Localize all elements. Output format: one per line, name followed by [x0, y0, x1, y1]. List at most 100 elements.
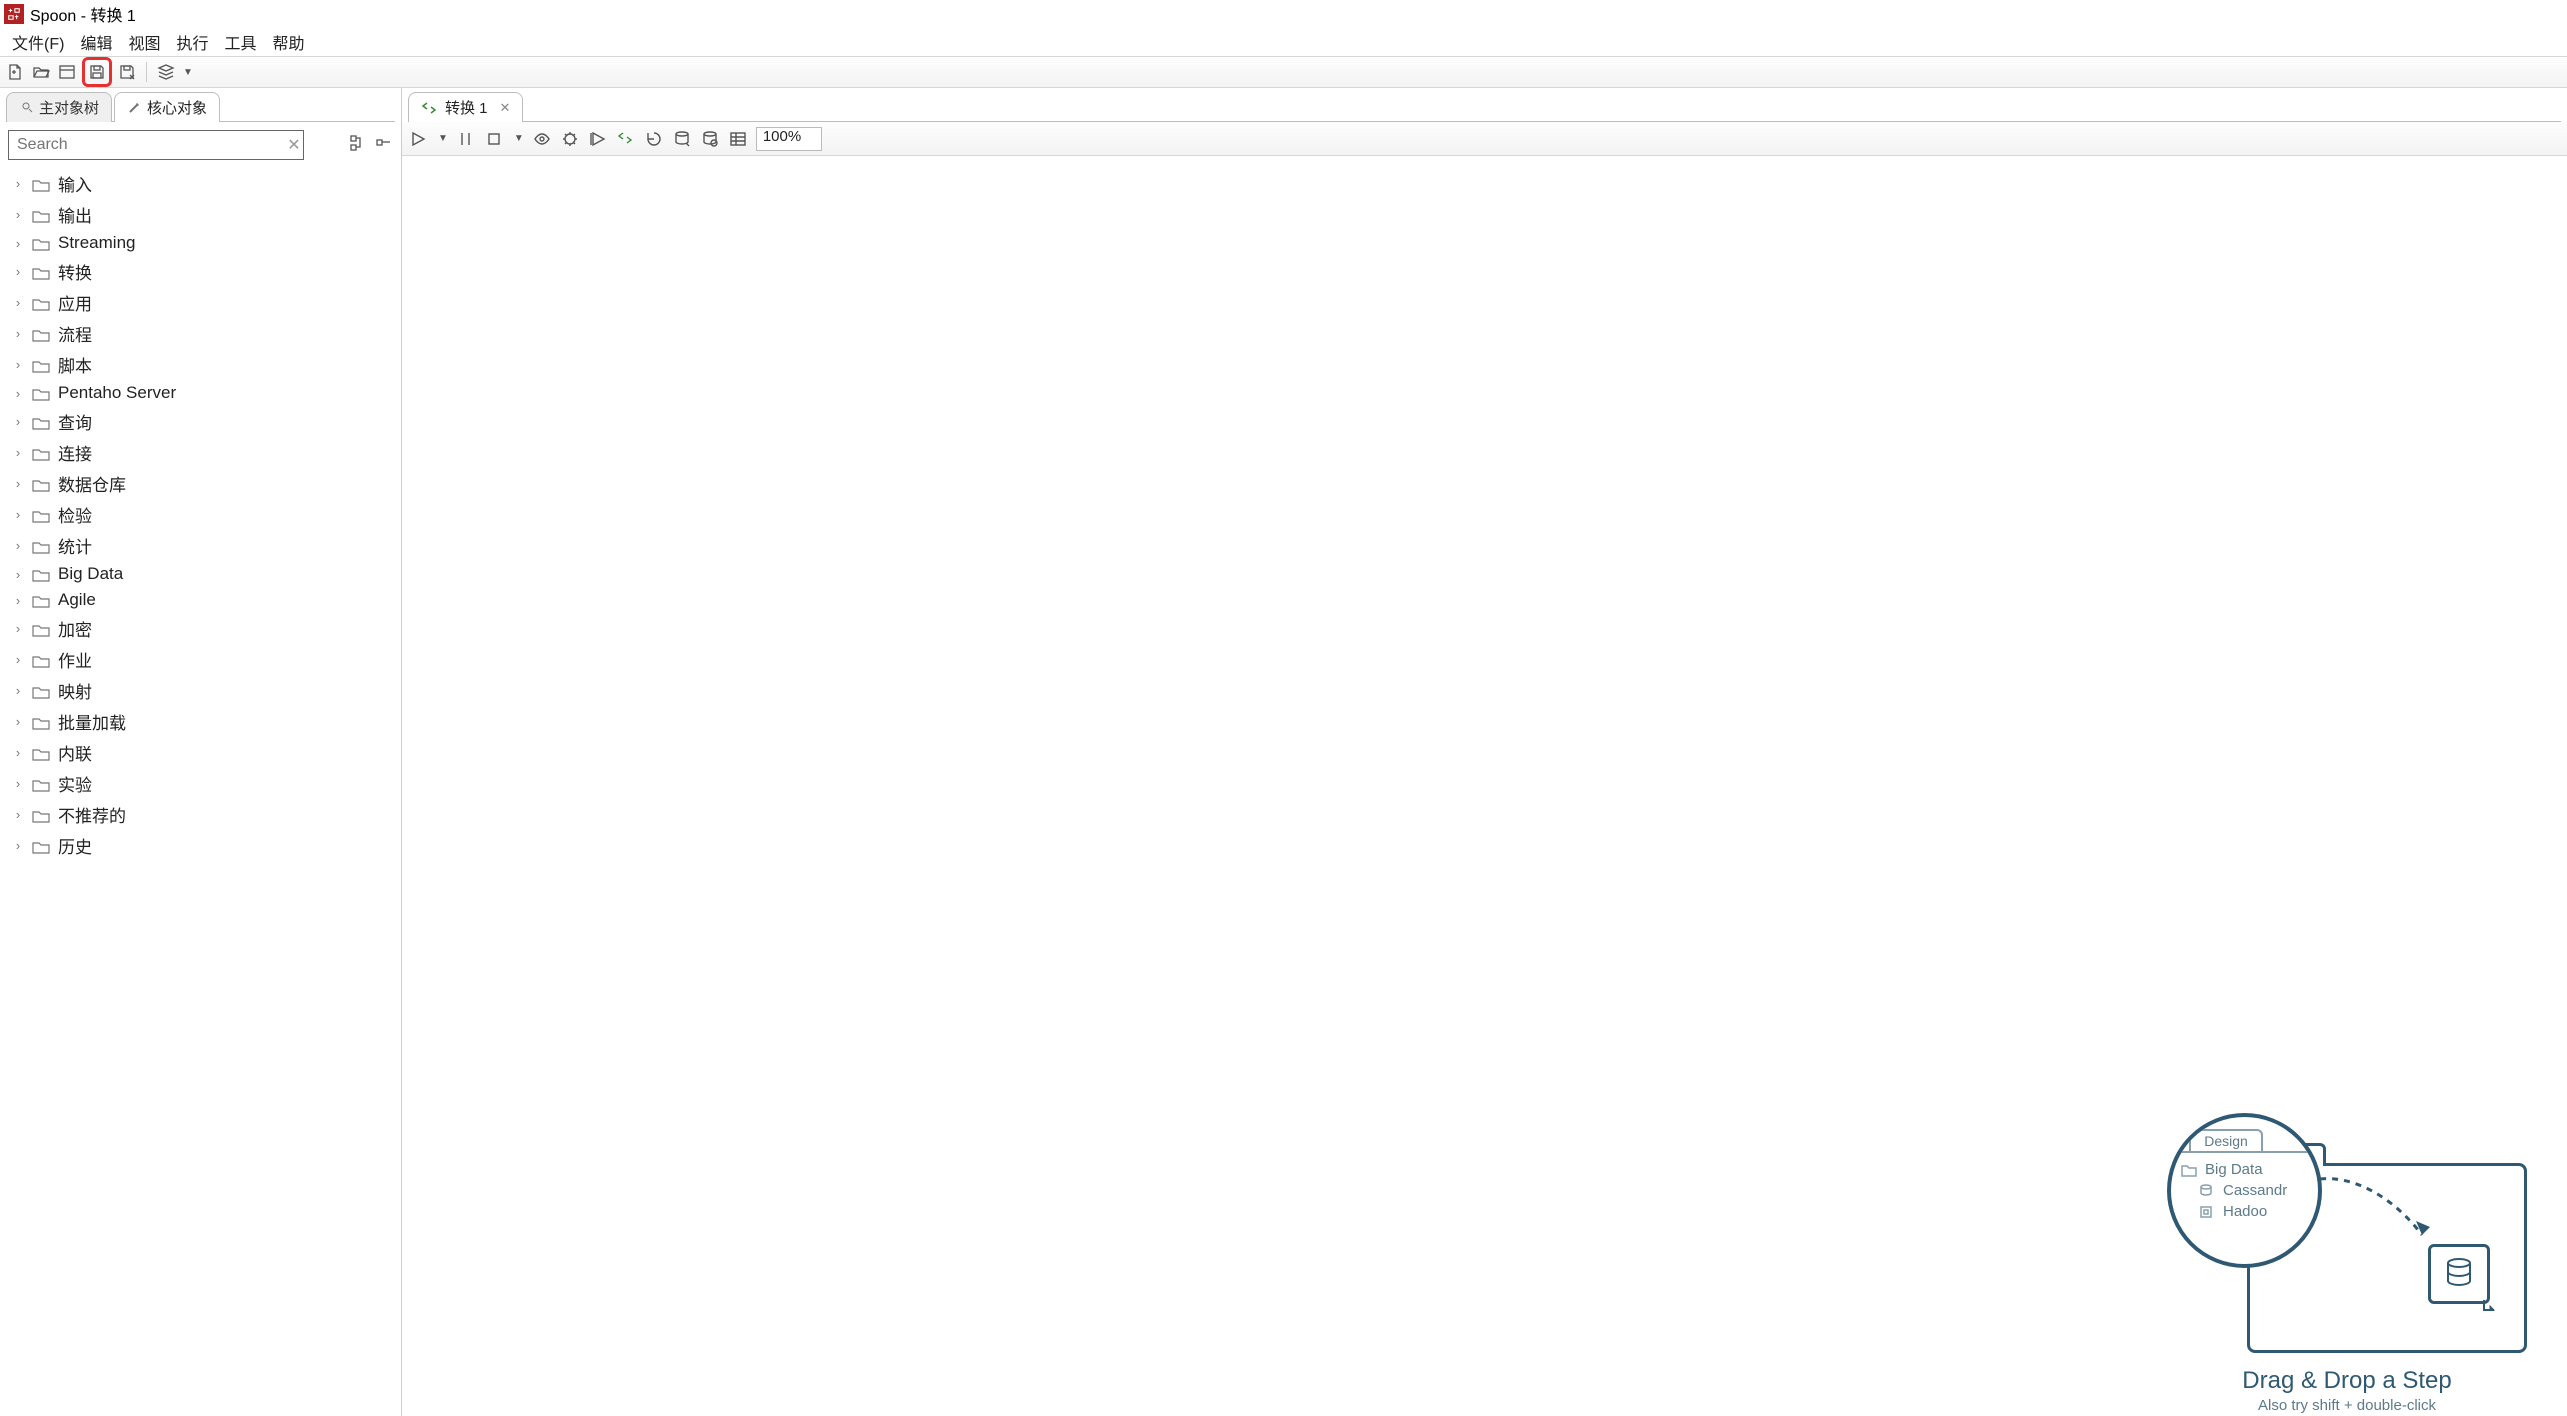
- tree-item[interactable]: ›应用: [10, 287, 395, 318]
- expand-icon[interactable]: ›: [12, 838, 24, 853]
- run-icon[interactable]: [408, 129, 428, 149]
- menu-help[interactable]: 帮助: [265, 28, 313, 56]
- expand-icon[interactable]: ›: [12, 567, 24, 582]
- tree-item[interactable]: ›转换: [10, 256, 395, 287]
- expand-icon[interactable]: ›: [12, 652, 24, 667]
- app-icon: [4, 4, 24, 24]
- expand-icon[interactable]: ›: [12, 326, 24, 341]
- menu-edit[interactable]: 编辑: [72, 28, 120, 56]
- open-file-icon[interactable]: [30, 61, 52, 83]
- explore-db-icon[interactable]: [700, 129, 720, 149]
- expand-icon[interactable]: ›: [12, 176, 24, 191]
- expand-icon[interactable]: ›: [12, 807, 24, 822]
- expand-icon[interactable]: ›: [12, 207, 24, 222]
- expand-icon[interactable]: ›: [12, 714, 24, 729]
- toolbar-divider: [146, 62, 147, 82]
- expand-tree-icon[interactable]: [349, 134, 367, 156]
- expand-icon[interactable]: ›: [12, 445, 24, 460]
- menu-tools[interactable]: 工具: [216, 28, 264, 56]
- tree-item[interactable]: ›不推荐的: [10, 799, 395, 830]
- folder-icon: [32, 746, 50, 760]
- folder-icon: [32, 539, 50, 553]
- hint-title: Drag & Drop a Step: [2167, 1367, 2527, 1395]
- expand-icon[interactable]: ›: [12, 538, 24, 553]
- folder-icon: [32, 208, 50, 222]
- tree-item[interactable]: ›作业: [10, 644, 395, 675]
- expand-icon[interactable]: ›: [12, 386, 24, 401]
- pause-icon[interactable]: [456, 129, 476, 149]
- show-results-icon[interactable]: [728, 129, 748, 149]
- editor-toolbar: ▼ ▼ 100% ⌄: [402, 122, 2567, 156]
- verify-icon[interactable]: [616, 129, 636, 149]
- search-input[interactable]: [8, 130, 304, 160]
- collapse-tree-icon[interactable]: [375, 134, 393, 156]
- save-as-icon[interactable]: [116, 61, 138, 83]
- tree-item[interactable]: ›实验: [10, 768, 395, 799]
- menu-view[interactable]: 视图: [120, 28, 168, 56]
- menu-run[interactable]: 执行: [168, 28, 216, 56]
- perspectives-dropdown-icon[interactable]: ▼: [183, 67, 193, 78]
- tree-item[interactable]: ›输入: [10, 168, 395, 199]
- tree-item-label: 查询: [58, 409, 92, 434]
- expand-icon[interactable]: ›: [12, 414, 24, 429]
- expand-icon[interactable]: ›: [12, 776, 24, 791]
- expand-icon[interactable]: ›: [12, 507, 24, 522]
- menu-file[interactable]: 文件(F): [4, 28, 72, 56]
- hint-lens-item2: Hadoo: [2223, 1203, 2267, 1220]
- expand-icon[interactable]: ›: [12, 683, 24, 698]
- tab-core-objects-label: 核心对象: [147, 97, 207, 118]
- tree-item-label: 脚本: [58, 352, 92, 377]
- tree-item-label: Agile: [58, 590, 96, 610]
- tab-main-tree-label: 主对象树: [39, 97, 99, 118]
- folder-icon: [32, 839, 50, 853]
- expand-icon[interactable]: ›: [12, 357, 24, 372]
- stop-icon[interactable]: [484, 129, 504, 149]
- expand-icon[interactable]: ›: [12, 745, 24, 760]
- expand-icon[interactable]: ›: [12, 236, 24, 251]
- folder-icon: [32, 508, 50, 522]
- expand-icon[interactable]: ›: [12, 264, 24, 279]
- tree-item[interactable]: › 查询: [10, 406, 395, 437]
- debug-icon[interactable]: [560, 129, 580, 149]
- expand-icon[interactable]: ›: [12, 593, 24, 608]
- replay-icon[interactable]: [588, 129, 608, 149]
- tree-item[interactable]: ›数据仓库: [10, 468, 395, 499]
- impact-icon[interactable]: [644, 129, 664, 149]
- tree-item[interactable]: ›流程: [10, 318, 395, 349]
- tree-item[interactable]: ›检验: [10, 499, 395, 530]
- tree-item[interactable]: ›映射: [10, 675, 395, 706]
- explore-repo-icon[interactable]: [56, 61, 78, 83]
- tree-item-label: Streaming: [58, 233, 135, 253]
- editor-tab[interactable]: 转换 1 ✕: [408, 92, 523, 122]
- canvas[interactable]: Design Big Data Cassandr Hadoo Drag & Dr…: [402, 156, 2567, 1416]
- new-file-icon[interactable]: [4, 61, 26, 83]
- expand-icon[interactable]: ›: [12, 476, 24, 491]
- clear-search-icon[interactable]: ✕: [286, 135, 302, 155]
- tree-item[interactable]: ›输出: [10, 199, 395, 230]
- tab-main-tree[interactable]: 主对象树: [6, 92, 112, 122]
- tree-item[interactable]: ›统计: [10, 530, 395, 561]
- expand-icon[interactable]: ›: [12, 295, 24, 310]
- expand-icon[interactable]: ›: [12, 621, 24, 636]
- tree-item[interactable]: ›加密: [10, 613, 395, 644]
- tree-item[interactable]: › Agile: [10, 587, 395, 613]
- perspectives-icon[interactable]: [155, 61, 177, 83]
- tree-item[interactable]: ›内联: [10, 737, 395, 768]
- run-dropdown-icon[interactable]: ▼: [438, 133, 448, 144]
- steps-tree[interactable]: ›输入›输出›Streaming›转换›应用›流程›脚本›Pentaho Ser…: [6, 166, 395, 1416]
- tree-item[interactable]: › 脚本: [10, 349, 395, 380]
- save-icon[interactable]: [86, 61, 108, 83]
- zoom-select[interactable]: 100%: [756, 127, 822, 151]
- tree-item[interactable]: ›批量加载: [10, 706, 395, 737]
- sql-icon[interactable]: [672, 129, 692, 149]
- tree-item[interactable]: ›历史: [10, 830, 395, 861]
- close-tab-icon[interactable]: ✕: [500, 100, 511, 116]
- main-toolbar: ▼: [0, 56, 2567, 88]
- tree-item[interactable]: › Streaming: [10, 230, 395, 256]
- stop-dropdown-icon[interactable]: ▼: [514, 133, 524, 144]
- tree-item[interactable]: ›Pentaho Server: [10, 380, 395, 406]
- preview-icon[interactable]: [532, 129, 552, 149]
- tab-core-objects[interactable]: 核心对象: [114, 92, 220, 122]
- tree-item[interactable]: ›Big Data: [10, 561, 395, 587]
- tree-item[interactable]: ›连接: [10, 437, 395, 468]
